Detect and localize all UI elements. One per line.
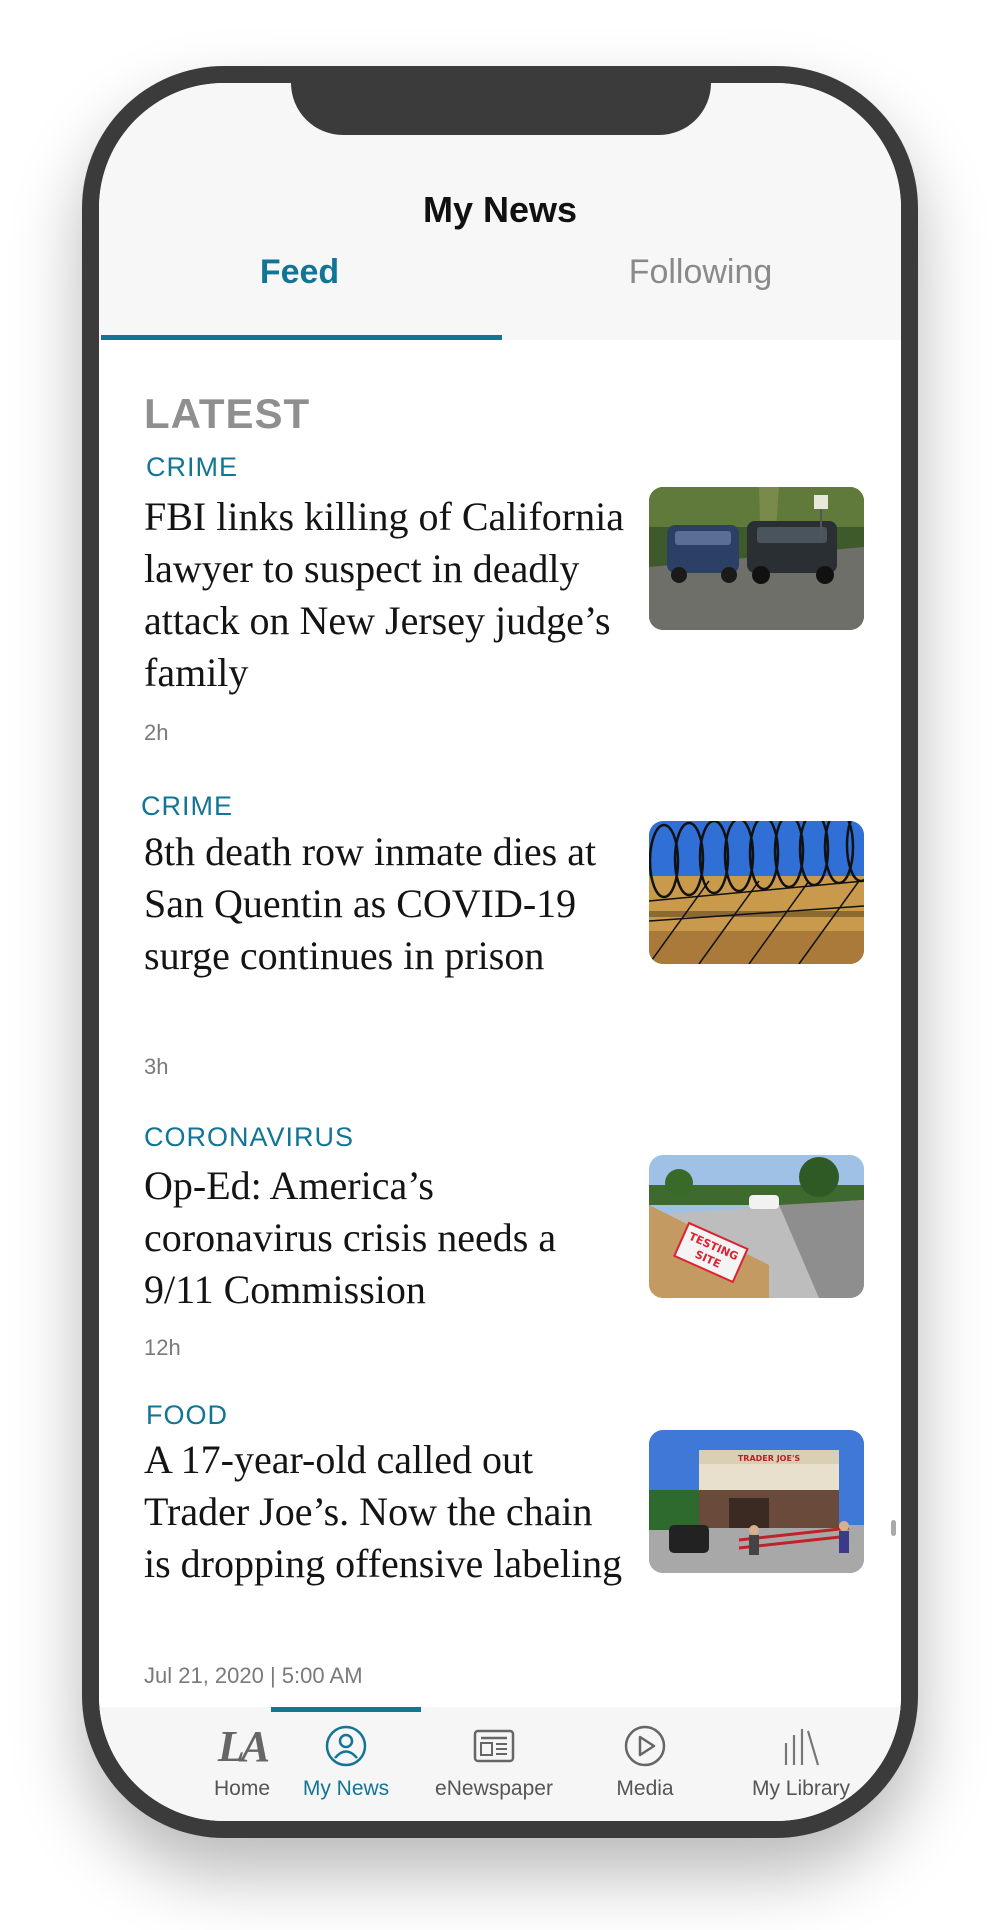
tabbar-item-media[interactable]: Media bbox=[570, 1721, 720, 1811]
phone-notch bbox=[291, 83, 711, 135]
tabbar-label: eNewspaper bbox=[435, 1777, 553, 1800]
section-heading-latest: LATEST bbox=[144, 390, 311, 437]
article-timestamp: 12h bbox=[144, 1335, 181, 1360]
person-icon bbox=[271, 1721, 421, 1771]
article-thumbnail[interactable] bbox=[649, 487, 864, 630]
tabbar-item-enewspaper[interactable]: eNewspaper bbox=[419, 1721, 569, 1811]
phone-screen: My News Feed Following LATEST CRIME FBI … bbox=[99, 83, 901, 1821]
article-thumbnail[interactable]: TESTING SITE bbox=[649, 1155, 864, 1298]
phone-frame: My News Feed Following LATEST CRIME FBI … bbox=[82, 66, 918, 1838]
tabbar-item-my-library[interactable]: My Library bbox=[726, 1721, 876, 1811]
tab-following[interactable]: Following bbox=[500, 253, 901, 292]
article-category[interactable]: FOOD bbox=[146, 1400, 228, 1431]
article-category[interactable]: CRIME bbox=[146, 452, 238, 483]
scrollbar-thumb[interactable] bbox=[891, 1520, 896, 1536]
tab-feed[interactable]: Feed bbox=[99, 253, 500, 292]
feed-content[interactable]: LATEST CRIME FBI links killing of Califo… bbox=[99, 340, 901, 1764]
article-headline[interactable]: Op-Ed: America’s coronavirus crisis need… bbox=[144, 1160, 624, 1316]
tabbar-label: My Library bbox=[751, 1777, 851, 1800]
article-headline[interactable]: A 17-year-old called out Trader Joe’s. N… bbox=[144, 1434, 624, 1590]
article-headline[interactable]: FBI links killing of California lawyer t… bbox=[144, 491, 624, 699]
article-category[interactable]: CRIME bbox=[141, 791, 233, 822]
page-title: My News bbox=[422, 189, 578, 230]
article-headline[interactable]: 8th death row inmate dies at San Quentin… bbox=[144, 826, 624, 982]
article-category[interactable]: CORONAVIRUS bbox=[144, 1122, 354, 1153]
article-timestamp: 2h bbox=[144, 720, 169, 745]
article-timestamp: Jul 21, 2020 | 5:00 AM bbox=[144, 1663, 363, 1688]
article-timestamp: 3h bbox=[144, 1054, 169, 1079]
article-thumbnail[interactable] bbox=[649, 821, 864, 964]
svg-text:TRADER JOE'S: TRADER JOE'S bbox=[738, 1454, 801, 1463]
bottom-tab-bar: LA Home My News eNewspaper Media My Libr… bbox=[99, 1707, 901, 1821]
tabbar-label: My News bbox=[302, 1777, 390, 1800]
tab-bar-active-indicator bbox=[271, 1707, 421, 1712]
library-icon bbox=[726, 1721, 876, 1771]
article-thumbnail[interactable]: TRADER JOE'S bbox=[649, 1430, 864, 1573]
tabbar-item-my-news[interactable]: My News bbox=[271, 1721, 421, 1811]
newspaper-icon bbox=[419, 1721, 569, 1771]
play-icon bbox=[570, 1721, 720, 1771]
tabbar-label: Media bbox=[616, 1777, 674, 1800]
